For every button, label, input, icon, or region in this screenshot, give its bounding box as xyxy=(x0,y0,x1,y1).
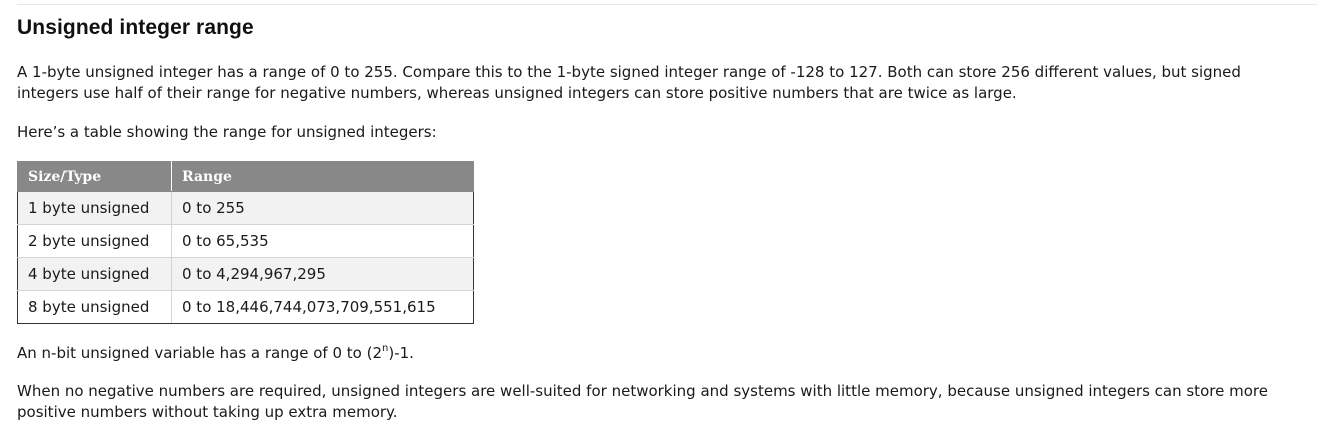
size-type-cell: 2 byte unsigned xyxy=(17,224,172,258)
column-header-range: Range xyxy=(171,161,474,192)
table-row: 4 byte unsigned 0 to 4,294,967,295 xyxy=(17,257,474,291)
size-type-cell: 4 byte unsigned xyxy=(17,257,172,291)
table-row: 8 byte unsigned 0 to 18,446,744,073,709,… xyxy=(17,290,474,324)
formula-exponent: n xyxy=(382,343,389,354)
section-heading: Unsigned integer range xyxy=(17,16,254,39)
intro-paragraph: A 1-byte unsigned integer has a range of… xyxy=(17,63,1241,102)
formula-paragraph: An n-bit unsigned variable has a range o… xyxy=(17,343,1307,364)
formula-suffix: )-1. xyxy=(388,344,414,362)
table-header-row: Size/Type Range xyxy=(17,161,474,192)
table-intro-paragraph: Here’s a table showing the range for uns… xyxy=(17,123,437,141)
range-cell: 0 to 255 xyxy=(171,191,474,225)
table-row: 2 byte unsigned 0 to 65,535 xyxy=(17,224,474,258)
top-divider xyxy=(17,4,1317,5)
column-header-size-type: Size/Type xyxy=(17,161,172,192)
table-row: 1 byte unsigned 0 to 255 xyxy=(17,191,474,225)
range-cell: 0 to 4,294,967,295 xyxy=(171,257,474,291)
range-cell: 0 to 18,446,744,073,709,551,615 xyxy=(171,290,474,324)
formula-prefix: An n-bit unsigned variable has a range o… xyxy=(17,344,383,362)
size-type-cell: 1 byte unsigned xyxy=(17,191,172,225)
usage-paragraph: When no negative numbers are required, u… xyxy=(17,382,1268,421)
range-cell: 0 to 65,535 xyxy=(171,224,474,258)
size-type-cell: 8 byte unsigned xyxy=(17,290,172,324)
unsigned-range-table: Size/Type Range 1 byte unsigned 0 to 255… xyxy=(17,161,474,324)
